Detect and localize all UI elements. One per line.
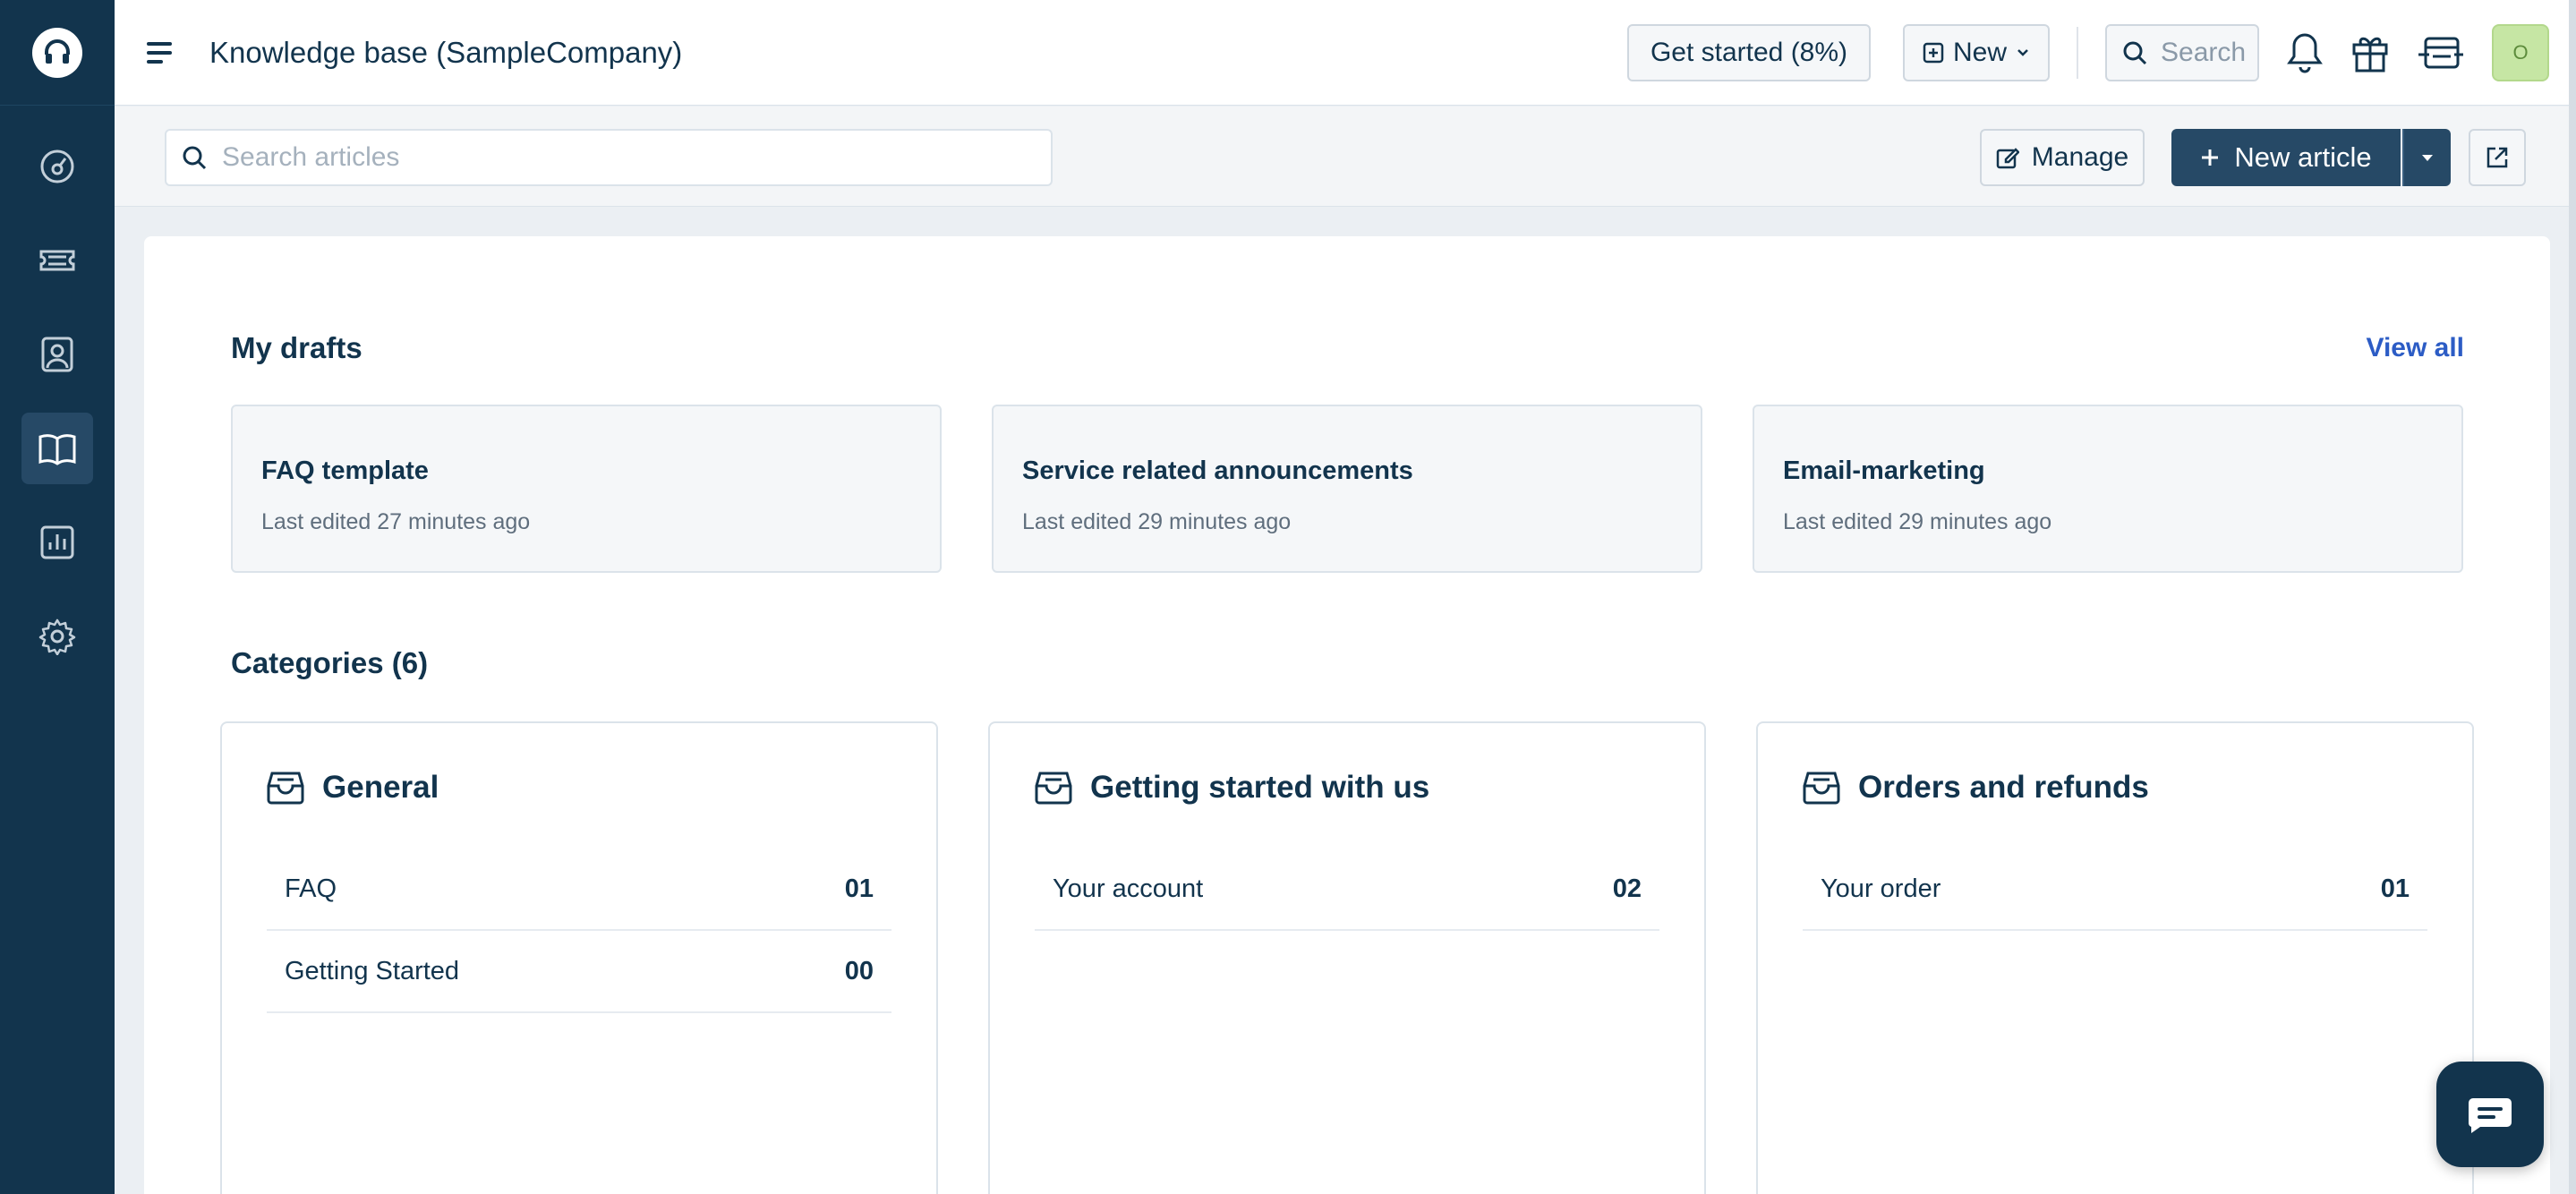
external-link-icon xyxy=(2486,147,2508,168)
inbox-tray-icon xyxy=(267,772,304,805)
chat-bubble-icon xyxy=(2468,1098,2512,1133)
manage-button-label: Manage xyxy=(2031,142,2129,172)
open-portal-button[interactable] xyxy=(2469,129,2526,186)
user-avatar[interactable]: O xyxy=(2492,23,2549,81)
new-button-label: New xyxy=(1952,37,2007,67)
plus-square-icon xyxy=(1923,42,1944,63)
global-search-placeholder: Search xyxy=(2161,37,2247,67)
category-card[interactable]: General FAQ 01 Getting Started 00 xyxy=(220,721,938,1194)
plus-icon xyxy=(2202,149,2219,166)
draft-card[interactable]: FAQ template Last edited 27 minutes ago xyxy=(231,405,942,573)
gift-icon[interactable] xyxy=(2350,32,2390,73)
draft-last-edited: Last edited 27 minutes ago xyxy=(261,509,531,534)
draft-title: FAQ template xyxy=(261,456,429,485)
folder-row[interactable]: Your account 02 xyxy=(1035,849,1659,931)
article-search-box[interactable] xyxy=(165,129,1053,186)
folder-list: Your order 01 xyxy=(1803,849,2427,931)
apps-marketplace-icon[interactable] xyxy=(2417,33,2465,72)
category-header: General xyxy=(267,770,439,806)
search-icon xyxy=(183,146,207,170)
notifications-bell-icon[interactable] xyxy=(2286,31,2324,74)
folder-article-count: 01 xyxy=(844,874,874,903)
new-article-dropdown-button[interactable] xyxy=(2402,129,2451,186)
sidebar-nav xyxy=(0,106,115,672)
sidebar-item-settings[interactable] xyxy=(21,601,93,672)
draft-last-edited: Last edited 29 minutes ago xyxy=(1022,509,1292,534)
folder-list: FAQ 01 Getting Started 00 xyxy=(267,849,891,1013)
folder-name: FAQ xyxy=(285,874,337,903)
search-icon xyxy=(2123,41,2147,64)
sidebar-item-contacts[interactable] xyxy=(21,319,93,390)
folder-name: Your account xyxy=(1053,874,1204,903)
category-header: Getting started with us xyxy=(1035,770,1429,806)
menu-toggle-icon[interactable] xyxy=(147,41,174,64)
view-all-drafts-link[interactable]: View all xyxy=(2366,333,2464,363)
page-title: Knowledge base (SampleCompany) xyxy=(209,35,683,69)
ticket-icon xyxy=(39,250,75,271)
article-search-input[interactable] xyxy=(222,142,1010,173)
new-button[interactable]: New xyxy=(1903,23,2050,81)
book-icon xyxy=(38,434,76,465)
kb-main-panel: My drafts View all FAQ template Last edi… xyxy=(144,236,2550,1194)
reports-icon xyxy=(40,525,74,559)
get-started-button[interactable]: Get started (8%) xyxy=(1627,23,1871,81)
folder-list: Your account 02 xyxy=(1035,849,1659,931)
inbox-tray-icon xyxy=(1803,772,1840,805)
kb-toolbar: Manage New article xyxy=(115,107,2576,207)
edit-icon xyxy=(1996,148,2019,169)
gear-icon xyxy=(38,618,76,655)
category-name: Getting started with us xyxy=(1090,770,1430,805)
category-card[interactable]: Orders and refunds Your order 01 xyxy=(1756,721,2474,1194)
draft-card[interactable]: Service related announcements Last edite… xyxy=(992,405,1702,573)
global-search[interactable]: Search xyxy=(2105,23,2259,81)
chat-widget-button[interactable] xyxy=(2436,1062,2544,1167)
header-divider xyxy=(2077,26,2078,79)
dashboard-icon xyxy=(40,149,74,183)
category-header: Orders and refunds xyxy=(1803,770,2149,806)
sidebar xyxy=(0,0,115,1194)
draft-title: Service related announcements xyxy=(1022,456,1413,485)
inbox-tray-icon xyxy=(1035,772,1072,805)
draft-title: Email-marketing xyxy=(1783,456,1985,485)
manage-button[interactable]: Manage xyxy=(1980,129,2145,186)
sidebar-item-knowledge-base[interactable] xyxy=(21,413,93,484)
folder-name: Getting Started xyxy=(285,956,460,985)
category-name: General xyxy=(322,770,439,805)
contacts-icon xyxy=(41,337,73,372)
category-card[interactable]: Getting started with us Your account 02 xyxy=(988,721,1706,1194)
category-name: Orders and refunds xyxy=(1858,770,2149,805)
folder-article-count: 02 xyxy=(1612,874,1642,903)
categories-section-title: Categories (6) xyxy=(231,646,429,679)
sidebar-item-tickets[interactable] xyxy=(21,225,93,296)
caret-down-icon xyxy=(2422,155,2433,161)
sidebar-item-dashboard[interactable] xyxy=(21,131,93,202)
headset-icon[interactable] xyxy=(32,27,82,78)
top-header: Knowledge base (SampleCompany) Get start… xyxy=(115,0,2576,106)
sidebar-item-reports[interactable] xyxy=(21,507,93,578)
folder-name: Your order xyxy=(1821,874,1941,903)
folder-row[interactable]: FAQ 01 xyxy=(267,849,891,931)
drafts-section-title: My drafts xyxy=(231,331,363,364)
folder-row[interactable]: Your order 01 xyxy=(1803,849,2427,931)
new-article-button[interactable]: New article xyxy=(2171,129,2401,186)
header-actions: Get started (8%) New Search O xyxy=(1627,0,2576,105)
draft-last-edited: Last edited 29 minutes ago xyxy=(1783,509,2052,534)
chevron-down-icon xyxy=(2017,48,2028,56)
window-scroll-edge xyxy=(2569,0,2576,1194)
folder-article-count: 00 xyxy=(844,956,874,985)
new-article-button-label: New article xyxy=(2234,141,2372,173)
draft-card[interactable]: Email-marketing Last edited 29 minutes a… xyxy=(1753,405,2463,573)
logo-area xyxy=(0,0,115,106)
folder-article-count: 01 xyxy=(2380,874,2410,903)
folder-row[interactable]: Getting Started 00 xyxy=(267,931,891,1013)
